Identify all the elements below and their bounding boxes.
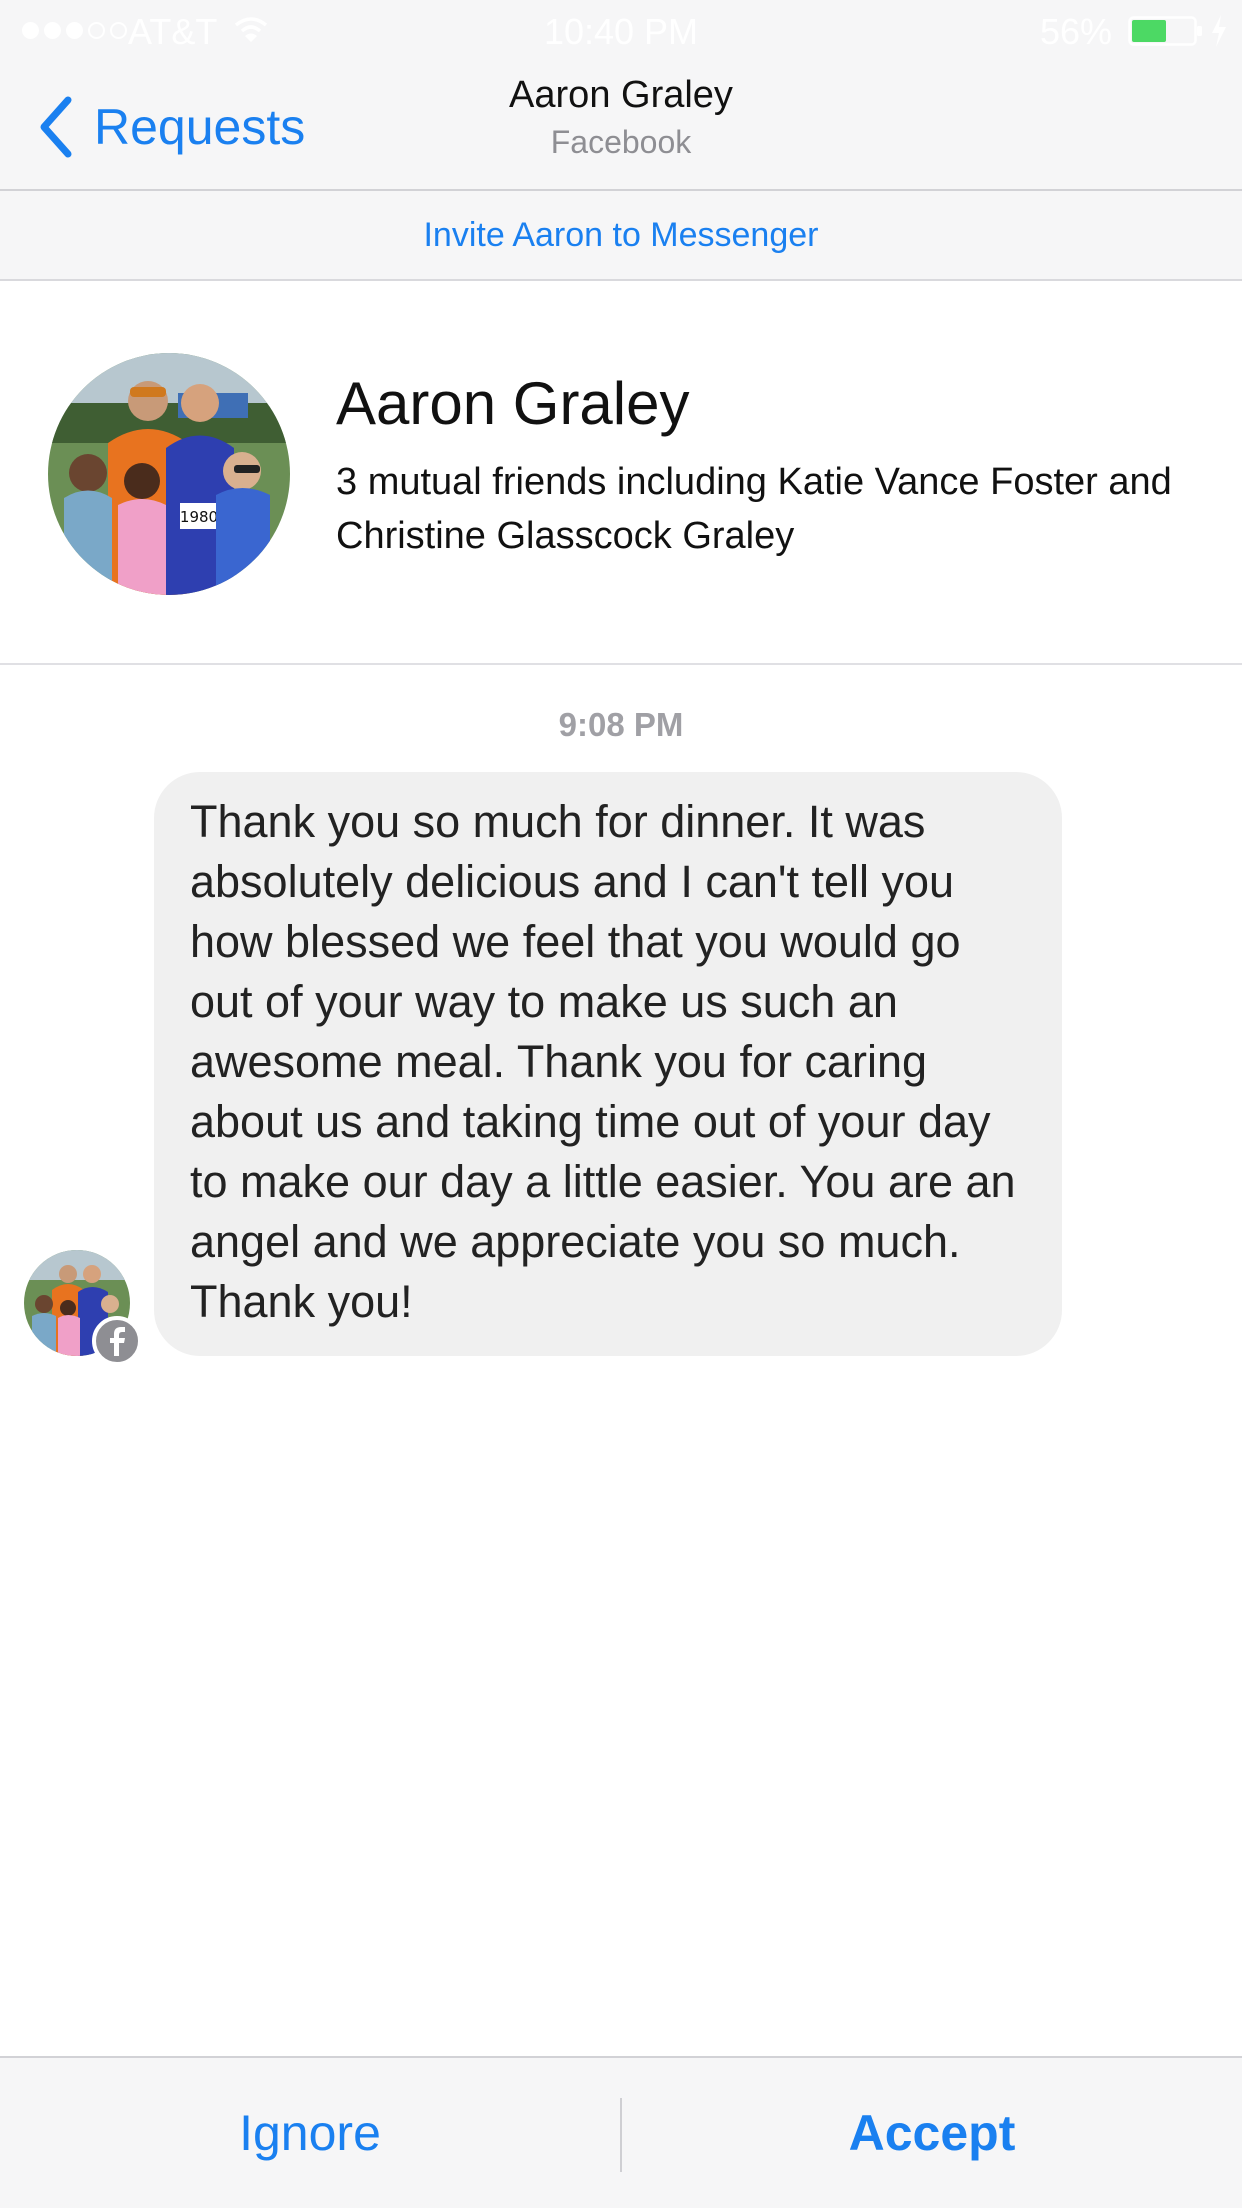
- battery-icon: [1128, 16, 1202, 46]
- invite-to-messenger-link[interactable]: Invite Aaron to Messenger: [0, 191, 1242, 281]
- message-text: Thank you so much for dinner. It was abs…: [190, 796, 1016, 1327]
- navigation-bar: AT&T 10:40 PM 56% Requests Aaron Graley …: [0, 0, 1242, 191]
- jersey-number: 1980: [180, 508, 218, 526]
- message-bubble[interactable]: Thank you so much for dinner. It was abs…: [154, 772, 1062, 1356]
- nav-title: Aaron Graley: [509, 74, 733, 116]
- profile-header: 1980 Aaron Graley 3 mutual friends inclu…: [0, 281, 1242, 665]
- status-bar: AT&T 10:40 PM 56%: [0, 0, 1242, 62]
- conversation-title: Aaron Graley Facebook: [0, 72, 1242, 166]
- nav-subtitle: Facebook: [550, 124, 692, 160]
- ignore-button[interactable]: Ignore: [0, 2058, 620, 2208]
- message-timestamp: 9:08 PM: [558, 706, 684, 743]
- accept-button[interactable]: Accept: [622, 2058, 1242, 2208]
- charging-bolt-icon: [1212, 15, 1226, 47]
- battery-percentage: 56%: [1040, 11, 1113, 52]
- mutual-friends-text: 3 mutual friends including Katie Vance F…: [336, 461, 1172, 557]
- request-action-bar: Ignore Accept: [0, 2056, 1242, 2208]
- profile-photo[interactable]: 1980: [48, 353, 290, 595]
- facebook-icon: [92, 1316, 142, 1366]
- profile-name: Aaron Graley: [336, 370, 690, 437]
